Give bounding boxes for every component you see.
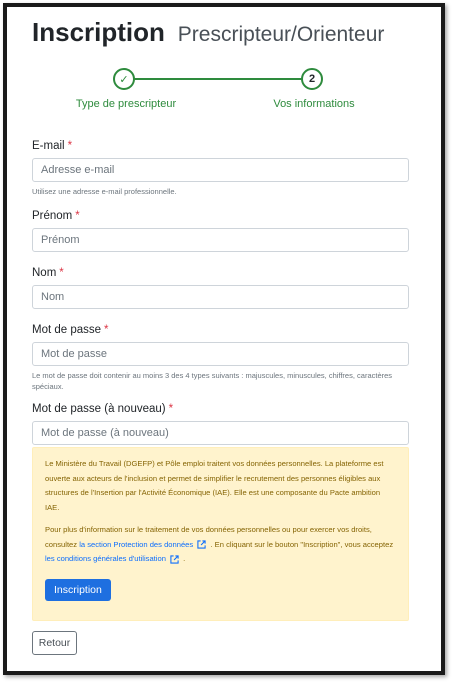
email-label: E-mail * (32, 140, 73, 152)
step-1-label: Type de prescripteur (75, 98, 177, 110)
page-title-main: Inscription (32, 17, 165, 47)
notice-paragraph-1: Le Ministère du Travail (DGEFP) et Pôle … (45, 459, 384, 512)
stepper-line (132, 78, 310, 80)
progress-stepper: ✓ 2 Type de prescripteur Vos information… (0, 66, 454, 116)
firstname-input[interactable] (32, 228, 409, 252)
page-title-sub: Prescripteur/Orienteur (177, 23, 385, 46)
data-protection-link[interactable]: la section Protection des données (79, 540, 193, 549)
password-confirm-input[interactable] (32, 421, 409, 445)
lastname-label: Nom * (32, 267, 64, 279)
privacy-notice: Le Ministère du Travail (DGEFP) et Pôle … (32, 447, 409, 621)
password-group: Mot de passe * Le mot de passe doit conte… (32, 324, 409, 392)
external-link-icon (197, 540, 206, 549)
signup-form: E-mail* Utilisez une adresse e-mail prof… (32, 140, 409, 445)
lastname-group: Nom * (32, 267, 409, 309)
password-confirm-group: Mot de passe (à nouveau) * (32, 403, 409, 445)
password-confirm-label: Mot de passe (à nouveau) * (32, 403, 174, 415)
notice-paragraph-2: Pour plus d'information sur le traitemen… (45, 525, 394, 564)
step-2-number: 2 (301, 68, 323, 90)
password-label: Mot de passe * (32, 324, 109, 336)
step-1-check-icon: ✓ (113, 68, 135, 90)
step-2-label: Vos informations (273, 98, 355, 110)
page-title: Inscription Prescripteur/Orienteur (32, 12, 384, 49)
password-help-text: Le mot de passe doit contenir au moins 3… (32, 371, 393, 391)
back-button[interactable]: Retour (32, 631, 77, 655)
lastname-input[interactable] (32, 285, 409, 309)
email-help-text: Utilisez une adresse e-mail professionne… (32, 187, 177, 196)
terms-link[interactable]: les conditions générales d'utilisation (45, 554, 166, 563)
external-link-icon (170, 554, 179, 564)
firstname-group: Prénom * (32, 210, 409, 252)
password-input[interactable] (32, 342, 409, 366)
firstname-label: Prénom * (32, 210, 80, 222)
submit-button[interactable]: Inscription (45, 578, 111, 601)
email-group: E-mail* Utilisez une adresse e-mail prof… (32, 140, 409, 197)
email-input[interactable] (32, 158, 409, 182)
